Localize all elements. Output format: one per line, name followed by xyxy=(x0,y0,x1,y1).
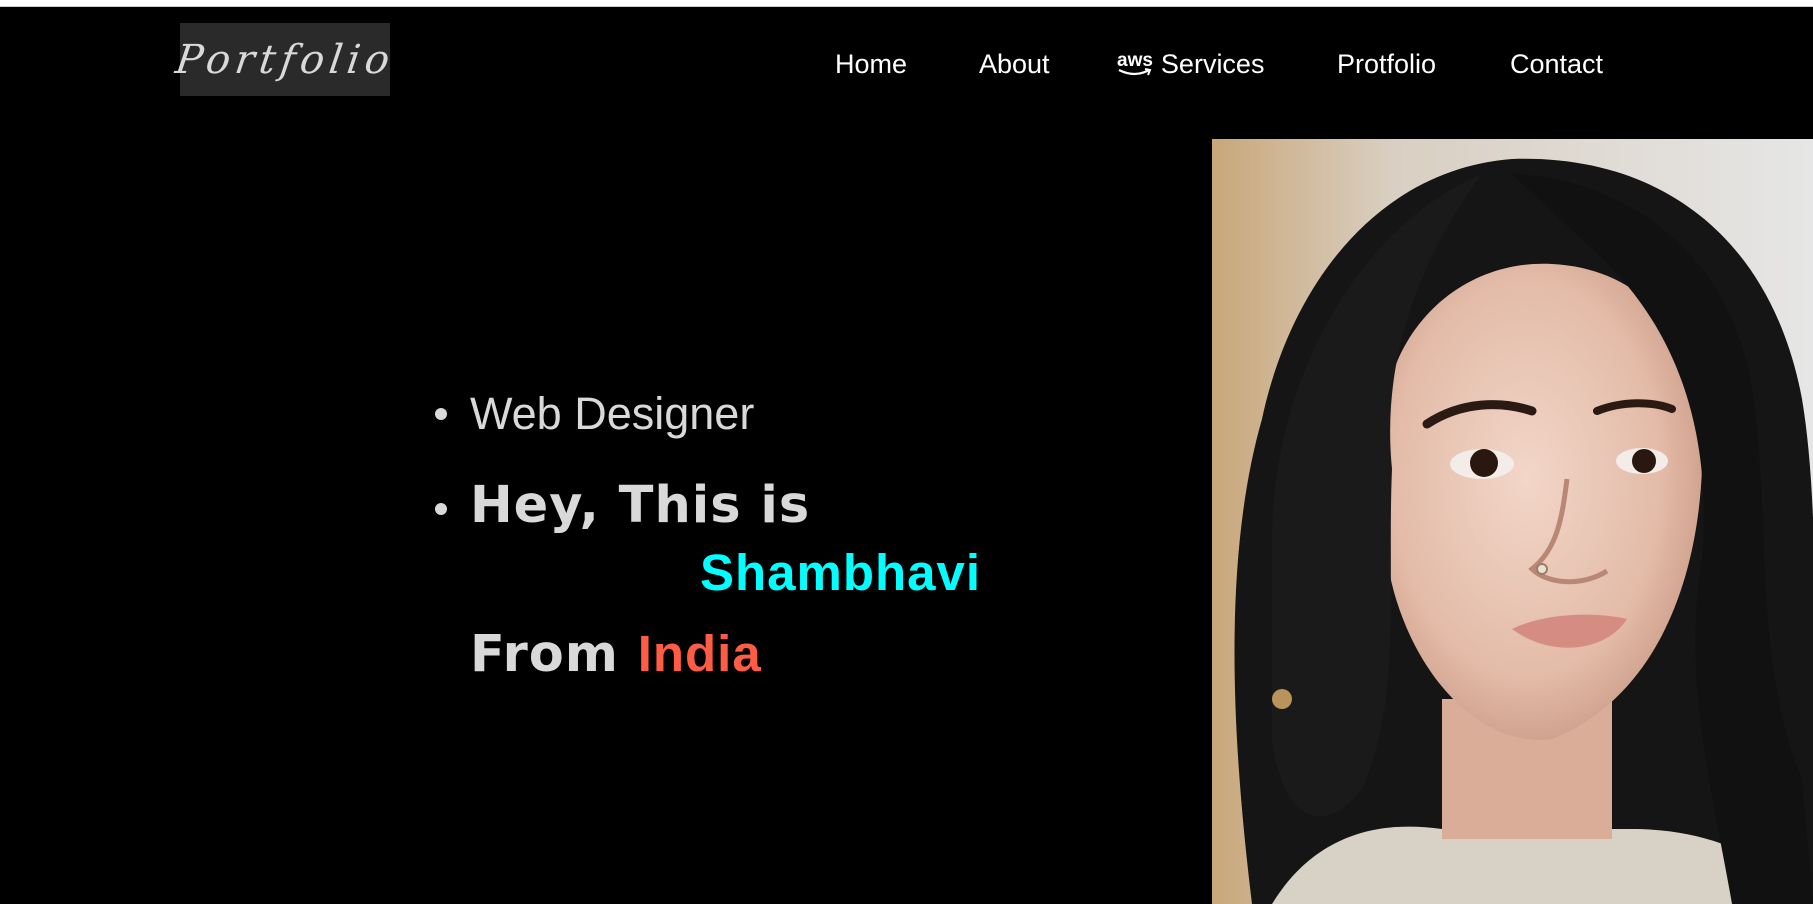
hero-country: India xyxy=(637,625,762,682)
logo[interactable]: Portfolio xyxy=(173,23,397,96)
nav-portfolio[interactable]: Protfolio xyxy=(1337,44,1436,84)
bullet-icon xyxy=(435,503,447,515)
hero-origin: From India xyxy=(470,624,762,684)
profile-photo-illustration xyxy=(1212,139,1813,904)
nav-services-label: Services xyxy=(1160,48,1265,79)
hero-greeting: Hey, This is xyxy=(470,476,811,535)
logo-text: Portfolio xyxy=(172,36,398,83)
hero-role: Web Designer xyxy=(470,388,755,439)
nav-about[interactable]: About xyxy=(979,44,1050,84)
aws-smile-icon xyxy=(1118,68,1152,76)
nav-home[interactable]: Home xyxy=(835,44,907,84)
hero-from-prefix: From xyxy=(470,625,619,684)
nav-services[interactable]: aws Services xyxy=(1117,44,1264,84)
hero-name: Shambhavi xyxy=(700,544,982,601)
profile-photo xyxy=(1212,139,1813,904)
aws-icon: aws xyxy=(1117,51,1153,77)
browser-top-border xyxy=(0,0,1813,7)
nav-contact[interactable]: Contact xyxy=(1510,44,1603,84)
bullet-icon xyxy=(435,408,447,420)
